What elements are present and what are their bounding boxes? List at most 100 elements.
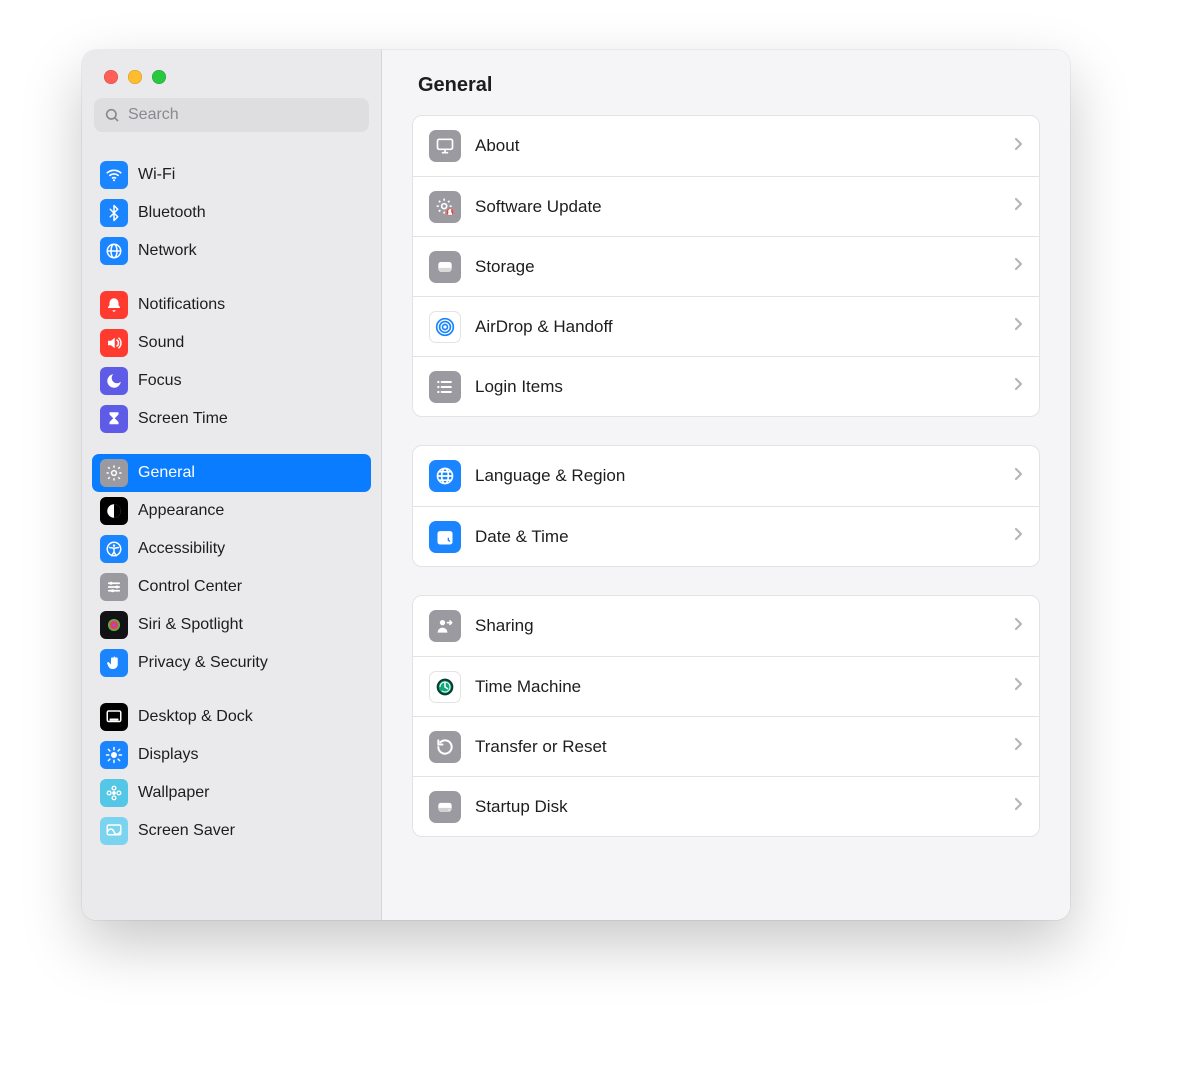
network-icon: [100, 237, 128, 265]
sidebar-item-label: Desktop & Dock: [138, 708, 253, 726]
page-title: General: [418, 74, 1040, 97]
sidebar-item-sound[interactable]: Sound: [92, 324, 371, 362]
sidebar-item-label: Control Center: [138, 578, 242, 596]
sidebar-item-label: Notifications: [138, 296, 225, 314]
settings-row-software-update[interactable]: 1Software Update: [413, 176, 1039, 236]
settings-row-storage[interactable]: Storage: [413, 236, 1039, 296]
bell-icon: [100, 291, 128, 319]
startup-disk-icon: [429, 791, 461, 823]
main-pane: General About1Software Update Storage AirD…: [382, 50, 1070, 920]
flower-icon: [100, 779, 128, 807]
sidebar-item-label: Appearance: [138, 502, 224, 520]
sidebar-item-screen-saver[interactable]: Screen Saver: [92, 812, 371, 850]
sidebar-item-bluetooth[interactable]: Bluetooth: [92, 194, 371, 232]
sidebar-item-privacy-and-security[interactable]: Privacy & Security: [92, 644, 371, 682]
settings-row-label: Storage: [475, 257, 999, 277]
settings-row-airdrop-handoff[interactable]: AirDrop & Handoff: [413, 296, 1039, 356]
calendar-clock-icon: [429, 521, 461, 553]
sidebar-item-label: Network: [138, 242, 197, 260]
hourglass-icon: [100, 405, 128, 433]
zoom-window-button[interactable]: [152, 70, 166, 84]
siri-icon: [100, 611, 128, 639]
sidebar-item-control-center[interactable]: Control Center: [92, 568, 371, 606]
settings-row-sharing[interactable]: Sharing: [413, 596, 1039, 656]
settings-row-about[interactable]: About: [413, 116, 1039, 176]
chevron-right-icon: [1013, 376, 1023, 397]
sidebar-item-general[interactable]: General: [92, 454, 371, 492]
settings-section: Language & Region Date & Time: [412, 445, 1040, 567]
settings-row-label: AirDrop & Handoff: [475, 317, 999, 337]
close-window-button[interactable]: [104, 70, 118, 84]
brightness-icon: [100, 741, 128, 769]
minimize-window-button[interactable]: [128, 70, 142, 84]
settings-row-date-time[interactable]: Date & Time: [413, 506, 1039, 566]
sidebar-item-label: Focus: [138, 372, 182, 390]
settings-row-label: Sharing: [475, 616, 999, 636]
sidebar-item-displays[interactable]: Displays: [92, 736, 371, 774]
settings-section: About1Software Update Storage AirDrop & Ha…: [412, 115, 1040, 417]
sidebar-item-label: Displays: [138, 746, 198, 764]
settings-row-startup-disk[interactable]: Startup Disk: [413, 776, 1039, 836]
accessibility-icon: [100, 535, 128, 563]
sidebar-group: Notifications Sound Focus Screen Time: [92, 286, 371, 438]
sidebar-item-label: Wi-Fi: [138, 166, 175, 184]
hand-icon: [100, 649, 128, 677]
sidebar-group: General Appearance Accessibility Control Ce…: [92, 454, 371, 682]
airdrop-icon: [429, 311, 461, 343]
main-body: About1Software Update Storage AirDrop & Ha…: [382, 107, 1070, 857]
sidebar-item-desktop-and-dock[interactable]: Desktop & Dock: [92, 698, 371, 736]
sidebar-item-label: Siri & Spotlight: [138, 616, 243, 634]
settings-row-label: Transfer or Reset: [475, 737, 999, 757]
reset-icon: [429, 731, 461, 763]
sidebar-item-accessibility[interactable]: Accessibility: [92, 530, 371, 568]
sidebar-group: Desktop & Dock Displays Wallpaper Screen Sa…: [92, 698, 371, 850]
chevron-right-icon: [1013, 676, 1023, 697]
settings-row-time-machine[interactable]: Time Machine: [413, 656, 1039, 716]
settings-row-label: Language & Region: [475, 466, 999, 486]
sidebar-item-label: Screen Time: [138, 410, 228, 428]
traffic-lights: [82, 50, 381, 98]
sidebar-group: Wi-Fi Bluetooth Network: [92, 156, 371, 270]
globe-icon: [429, 460, 461, 492]
appearance-icon: [100, 497, 128, 525]
sidebar-item-label: Privacy & Security: [138, 654, 268, 672]
svg-text:1: 1: [449, 210, 452, 216]
clock-arrow-icon: [429, 671, 461, 703]
sidebar-item-appearance[interactable]: Appearance: [92, 492, 371, 530]
chevron-right-icon: [1013, 526, 1023, 547]
sidebar-item-focus[interactable]: Focus: [92, 362, 371, 400]
sidebar-item-label: Screen Saver: [138, 822, 235, 840]
wifi-icon: [100, 161, 128, 189]
settings-row-label: Startup Disk: [475, 797, 999, 817]
person-arrow-icon: [429, 610, 461, 642]
display-icon: [429, 130, 461, 162]
search-input[interactable]: [126, 105, 359, 125]
list-icon: [429, 371, 461, 403]
gear-icon: [100, 459, 128, 487]
sidebar-item-siri-and-spotlight[interactable]: Siri & Spotlight: [92, 606, 371, 644]
sidebar-item-wallpaper[interactable]: Wallpaper: [92, 774, 371, 812]
settings-row-login-items[interactable]: Login Items: [413, 356, 1039, 416]
sidebar-search[interactable]: [94, 98, 369, 132]
sidebar-item-screen-time[interactable]: Screen Time: [92, 400, 371, 438]
sidebar-item-notifications[interactable]: Notifications: [92, 286, 371, 324]
sidebar-item-label: Sound: [138, 334, 184, 352]
chevron-right-icon: [1013, 136, 1023, 157]
main-header: General: [382, 50, 1070, 107]
settings-row-language-region[interactable]: Language & Region: [413, 446, 1039, 506]
speaker-icon: [100, 329, 128, 357]
chevron-right-icon: [1013, 256, 1023, 277]
sidebar-search-wrap: [82, 98, 381, 142]
settings-row-transfer-reset[interactable]: Transfer or Reset: [413, 716, 1039, 776]
sidebar-item-wifi[interactable]: Wi-Fi: [92, 156, 371, 194]
switches-icon: [100, 573, 128, 601]
sidebar-item-label: Wallpaper: [138, 784, 209, 802]
chevron-right-icon: [1013, 316, 1023, 337]
chevron-right-icon: [1013, 466, 1023, 487]
chevron-right-icon: [1013, 736, 1023, 757]
sidebar-item-label: Accessibility: [138, 540, 225, 558]
sidebar-item-network[interactable]: Network: [92, 232, 371, 270]
bluetooth-icon: [100, 199, 128, 227]
settings-row-label: Time Machine: [475, 677, 999, 697]
settings-row-label: Date & Time: [475, 527, 999, 547]
